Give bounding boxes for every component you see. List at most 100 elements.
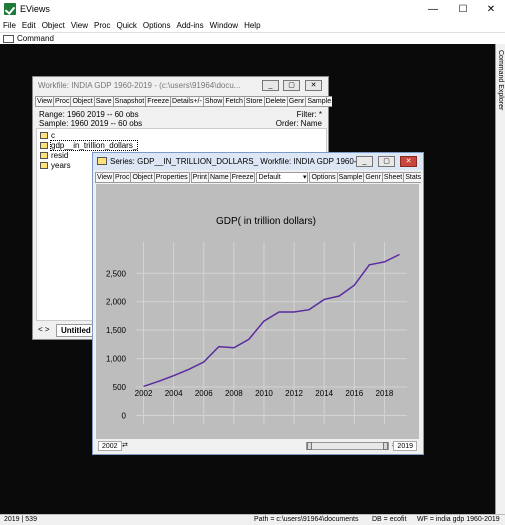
- ser-genr-button[interactable]: Genr: [363, 172, 383, 183]
- x-tick-label: 2014: [315, 389, 333, 398]
- sample-left-arrows-icon[interactable]: ⇄: [122, 441, 128, 449]
- wf-snapshot-button[interactable]: Snapshot: [112, 96, 147, 107]
- wf-sample-button[interactable]: Sample: [305, 96, 333, 107]
- wf-genr-button[interactable]: Genr: [286, 96, 307, 107]
- series-title: Series: GDP__IN_TRILLION_DOLLARS_ Workfi…: [110, 157, 364, 166]
- series-object-icon: [40, 162, 48, 169]
- list-item[interactable]: c: [40, 131, 55, 141]
- ser-sheet-button[interactable]: Sheet: [381, 172, 405, 183]
- y-tick-label: 2,500: [106, 269, 127, 278]
- slider-end-handle[interactable]: [383, 442, 388, 450]
- x-tick-label: 2012: [285, 389, 303, 398]
- chevron-down-icon: ▾: [302, 174, 307, 181]
- command-bar: Command: [0, 32, 505, 44]
- ser-sample-button[interactable]: Sample: [336, 172, 365, 183]
- wf-freeze-button[interactable]: Freeze: [145, 96, 172, 107]
- list-item[interactable]: years: [40, 161, 71, 171]
- workfile-minimize-button[interactable]: _: [262, 80, 279, 91]
- series-sample-bar: 2002 ⇄ ⇄ 2019: [96, 440, 419, 452]
- tab-scroll-arrows[interactable]: < >: [38, 325, 50, 334]
- list-item[interactable]: gdp__in_trillion_dollars_: [40, 140, 139, 151]
- y-tick-label: 2,000: [106, 298, 127, 307]
- chart-area: GDP( in trillion dollars) 0 500 1,000 1,500…: [96, 184, 419, 439]
- x-tick-label: 2018: [376, 389, 394, 398]
- series-close-button[interactable]: ✕: [400, 156, 417, 167]
- line-chart: GDP( in trillion dollars) 0 500 1,000 1,500…: [106, 216, 407, 424]
- series-toolbar: View Proc Object Properties Print Name Freeze D…: [95, 172, 421, 184]
- wf-save-button[interactable]: Save: [93, 96, 114, 107]
- status-path: Path = c:\users\91964\documents: [254, 516, 359, 523]
- slider-start-handle[interactable]: [307, 442, 312, 450]
- ser-properties-button[interactable]: Properties: [153, 172, 190, 183]
- close-button[interactable]: ✕: [476, 0, 505, 19]
- workfile-close-button[interactable]: ✕: [305, 80, 322, 91]
- status-position: 2019 | 539: [4, 516, 37, 523]
- app-titlebar: EViews — ☐ ✕: [0, 0, 505, 19]
- workfile-toolbar: View Proc Object Save Snapshot Freeze Details+…: [35, 96, 333, 108]
- ser-freeze-button[interactable]: Freeze: [229, 172, 256, 183]
- ser-default-select[interactable]: Default ▾: [256, 172, 309, 183]
- wf-show-button[interactable]: Show: [202, 96, 225, 107]
- list-item[interactable]: resid: [40, 151, 68, 161]
- eviews-logo-icon: [4, 3, 16, 15]
- wf-details-button[interactable]: Details+/-: [170, 96, 204, 107]
- status-db: DB = ecofit: [372, 516, 407, 523]
- wf-view-button[interactable]: View: [35, 96, 55, 107]
- ser-proc-button[interactable]: Proc: [113, 172, 132, 183]
- app-title: EViews: [20, 4, 50, 14]
- ser-print-button[interactable]: Print: [190, 172, 209, 183]
- minimize-button[interactable]: —: [418, 0, 448, 19]
- wf-proc-button[interactable]: Proc: [53, 96, 72, 107]
- workfile-maximize-button[interactable]: ▢: [283, 80, 300, 91]
- command-tab-label: Command: [17, 34, 54, 43]
- command-explorer-label: Command Explorer: [497, 50, 504, 111]
- wf-object-button[interactable]: Object: [70, 96, 95, 107]
- x-tick-label: 2010: [255, 389, 273, 398]
- status-wf: WF = india gdp 1960-2019: [417, 516, 500, 523]
- series-object-icon: [97, 157, 107, 165]
- menu-object[interactable]: Object: [39, 19, 68, 32]
- sample-start-label: 2002: [98, 441, 122, 451]
- menu-file[interactable]: File: [0, 19, 19, 32]
- tab-untitled[interactable]: Untitled: [56, 324, 96, 337]
- wf-order[interactable]: Order: Name: [276, 119, 322, 128]
- ser-name-button[interactable]: Name: [208, 172, 231, 183]
- ser-default-select-value: Default: [258, 174, 281, 181]
- menu-proc[interactable]: Proc: [91, 19, 113, 32]
- ser-object-button[interactable]: Object: [130, 172, 155, 183]
- y-tick-label: 500: [113, 383, 127, 392]
- sample-slider[interactable]: [306, 442, 389, 450]
- menu-edit[interactable]: Edit: [19, 19, 39, 32]
- command-window-icon: [3, 35, 14, 43]
- menu-help[interactable]: Help: [241, 19, 263, 32]
- y-tick-label: 1,500: [106, 326, 127, 335]
- menu-options[interactable]: Options: [140, 19, 174, 32]
- wf-sample: Sample: 1960 2019 -- 60 obs: [39, 119, 143, 128]
- ser-view-button[interactable]: View: [95, 172, 115, 183]
- series-object-icon: [40, 142, 48, 149]
- ser-stats-button[interactable]: Stats: [403, 172, 421, 183]
- command-tab[interactable]: Command: [3, 34, 54, 44]
- series-titlebar: Series: GDP__IN_TRILLION_DOLLARS_ Workfi…: [93, 153, 423, 170]
- chart-title: GDP( in trillion dollars): [216, 216, 316, 227]
- series-maximize-button[interactable]: ▢: [378, 156, 395, 167]
- menu-window[interactable]: Window: [207, 19, 241, 32]
- maximize-button[interactable]: ☐: [448, 0, 478, 19]
- series-window[interactable]: Series: GDP__IN_TRILLION_DOLLARS_ Workfi…: [92, 152, 424, 455]
- wf-filter[interactable]: Filter: *: [297, 110, 322, 119]
- ser-options-button[interactable]: Options: [309, 172, 338, 183]
- coef-object-icon: [40, 132, 48, 139]
- series-minimize-button[interactable]: _: [356, 156, 373, 167]
- sample-end-label: 2019: [393, 441, 417, 451]
- menu-addins[interactable]: Add-ins: [174, 19, 207, 32]
- command-explorer-panel[interactable]: Command Explorer: [495, 44, 505, 514]
- x-tick-label: 2008: [225, 389, 243, 398]
- wf-delete-button[interactable]: Delete: [263, 96, 288, 107]
- wf-range: Range: 1960 2019 -- 60 obs: [39, 110, 139, 119]
- series-line: [143, 253, 400, 388]
- series-object-icon: [40, 152, 48, 159]
- wf-store-button[interactable]: Store: [243, 96, 265, 107]
- wf-fetch-button[interactable]: Fetch: [223, 96, 245, 107]
- menu-view[interactable]: View: [68, 19, 91, 32]
- menu-quick[interactable]: Quick: [113, 19, 139, 32]
